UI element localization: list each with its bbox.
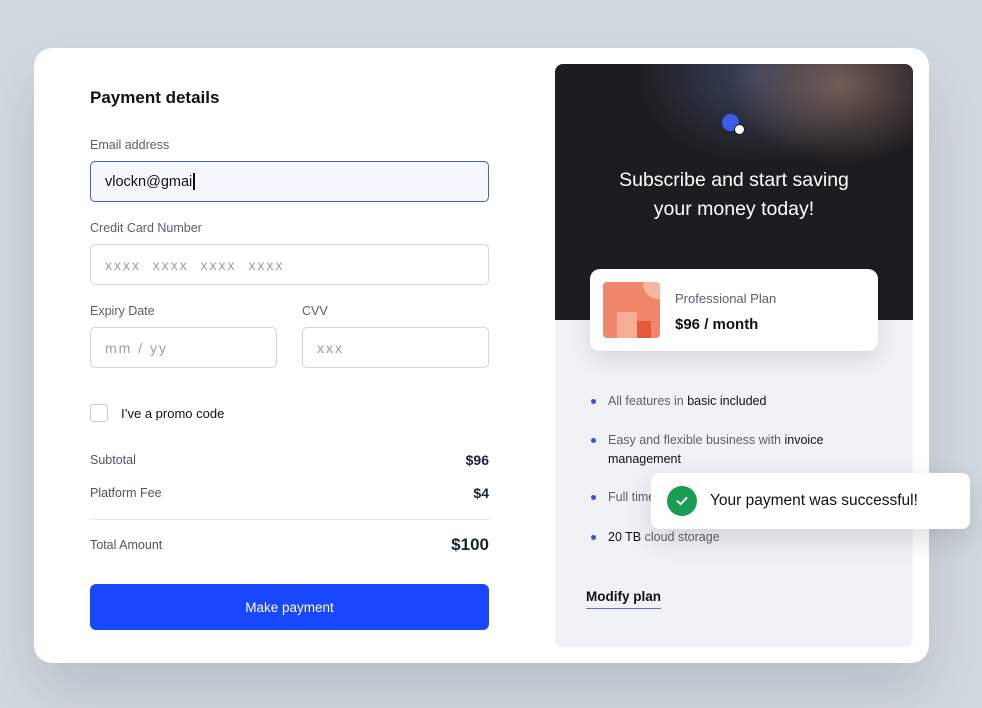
promo-code-label[interactable]: I’ve a promo code [121,406,224,421]
promo-headline: Subscribe and start saving your money to… [555,166,913,224]
plan-thumbnail [603,282,660,338]
plan-price: $96 / month [675,316,759,333]
total-row: Total Amount $100 [90,535,489,555]
plan-card: Professional Plan $96 / month [590,269,878,351]
plan-panel: Subscribe and start saving your money to… [555,64,913,647]
platform-fee-label: Platform Fee [90,486,162,500]
total-value: $100 [451,535,489,554]
check-icon [667,486,697,516]
platform-fee-value: $4 [473,485,489,501]
card-number-label: Credit Card Number [90,221,202,235]
subtotal-row: Subtotal $96 [90,452,489,468]
list-item: 20 TB cloud storage [591,528,841,547]
summary-divider [90,519,489,520]
bullet-icon [591,495,596,500]
subtotal-label: Subtotal [90,453,136,467]
bullet-icon [591,438,596,443]
cvv-label: CVV [302,304,328,318]
expiry-label: Expiry Date [90,304,155,318]
make-payment-button[interactable]: Make payment [90,584,489,630]
email-field[interactable]: vlockn@gmai [90,161,489,202]
expiry-field[interactable]: mm / yy [90,327,277,368]
toast-message: Your payment was successful! [710,492,918,509]
brand-logo-icon [722,114,746,138]
plan-name: Professional Plan [675,291,777,306]
total-label: Total Amount [90,538,163,552]
promo-code-checkbox[interactable] [90,404,108,422]
cvv-field[interactable]: xxx [302,327,489,368]
subtotal-value: $96 [465,452,489,468]
promo-headline-line2: your money today! [653,198,815,220]
bullet-icon [591,535,596,540]
bullet-icon [591,399,596,404]
text-caret [193,173,195,190]
email-value: vlockn@gmai [105,173,193,190]
platform-fee-row: Platform Fee $4 [90,485,489,501]
email-label: Email address [90,138,170,152]
card-number-field[interactable]: xxxx xxxx xxxx xxxx [90,244,489,285]
success-toast: Your payment was successful! [651,473,970,529]
modify-plan-link[interactable]: Modify plan [586,589,661,609]
checkout-card: Payment details Email address vlockn@gma… [34,48,929,663]
promo-code-row[interactable]: I’ve a promo code [90,404,224,422]
list-item: All features in basic included [591,392,841,411]
list-item: Easy and flexible business with invoice … [591,431,841,469]
form-title: Payment details [90,88,220,107]
promo-headline-line1: Subscribe and start saving [619,169,849,191]
